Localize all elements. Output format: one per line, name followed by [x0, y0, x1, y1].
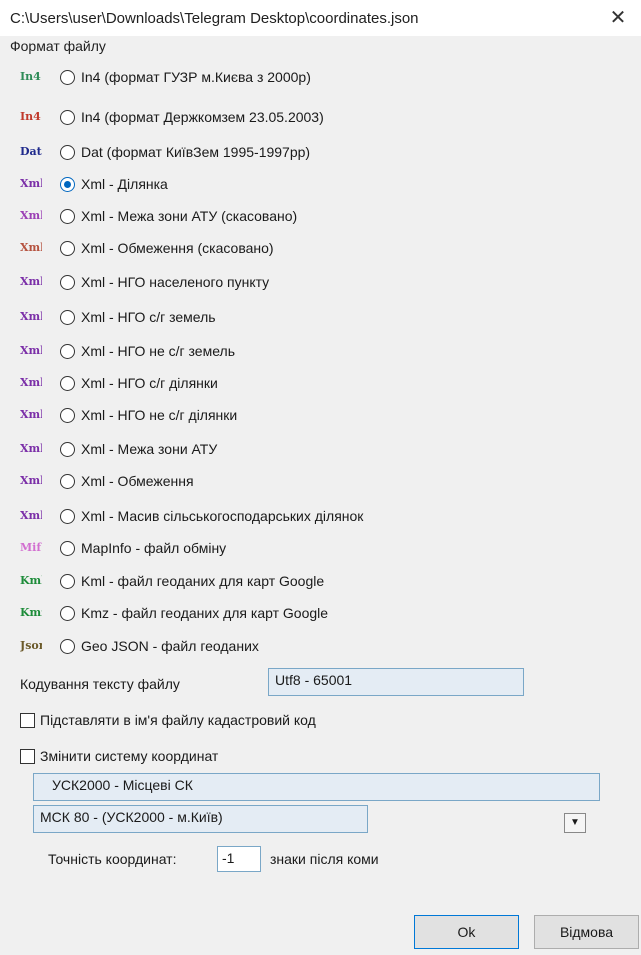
format-option-label: Xml - НГО с/г ділянки — [81, 375, 218, 391]
format-option-label: MapInfo - файл обміну — [81, 540, 227, 556]
format-option-xml-ngo-ag-land[interactable]: Xml Xml - НГО с/г земель — [20, 305, 216, 329]
format-option-label: Kml - файл геоданих для карт Google — [81, 573, 325, 589]
format-radio[interactable] — [60, 508, 75, 524]
format-option-label: Geo JSON - файл геоданих — [81, 638, 259, 654]
format-option-label: Xml - Обмеження — [81, 473, 194, 489]
format-radio[interactable] — [60, 144, 75, 160]
title-bar: C:\Users\user\Downloads\Telegram Desktop… — [0, 0, 641, 36]
format-radio[interactable] — [60, 638, 75, 654]
format-option-xml-ngo-non-ag-land[interactable]: Xml Xml - НГО не с/г земель — [20, 339, 235, 363]
format-radio[interactable] — [60, 375, 75, 391]
format-option-xml-ag-massif[interactable]: Xml Xml - Масив сільськогосподарських ді… — [20, 504, 363, 528]
xml-icon: Xml — [20, 474, 42, 487]
format-radio[interactable] — [60, 274, 75, 290]
format-radio[interactable] — [60, 208, 75, 224]
format-option-xml-ngo-settlement[interactable]: Xml Xml - НГО населеного пункту — [20, 270, 269, 294]
cadastral-code-option[interactable]: Підставляти в ім'я файлу кадастровий код — [20, 712, 316, 728]
coord-system-dropdown-button[interactable]: ▼ — [564, 813, 586, 833]
format-option-xml-ngo-non-ag-parcel[interactable]: Xml Xml - НГО не с/г ділянки — [20, 403, 237, 427]
format-option-label: Xml - НГО не с/г земель — [81, 343, 235, 359]
kml-icon: Kml — [20, 574, 42, 587]
format-option-in4-gyzr[interactable]: In4 In4 (формат ГУЗР м.Києва з 2000р) — [20, 65, 311, 89]
format-radio[interactable] — [60, 343, 75, 359]
format-option-geojson[interactable]: Json Geo JSON - файл геоданих — [20, 634, 259, 658]
format-radio[interactable] — [60, 473, 75, 489]
format-option-xml-parcel[interactable]: Xml Xml - Ділянка — [20, 172, 168, 196]
encoding-field[interactable]: Utf8 - 65001 — [268, 668, 524, 696]
xml-icon: Xml — [20, 344, 42, 357]
xml-cancelled-icon: Xml — [20, 209, 42, 222]
format-option-xml-ngo-ag-parcel[interactable]: Xml Xml - НГО с/г ділянки — [20, 371, 218, 395]
format-option-label: In4 (формат Держкомзем 23.05.2003) — [81, 109, 324, 125]
format-option-label: Kmz - файл геоданих для карт Google — [81, 605, 329, 621]
format-radio[interactable] — [60, 109, 75, 125]
format-group-label: Формат файлу — [10, 38, 106, 54]
format-radio-selected[interactable] — [60, 176, 75, 192]
json-icon: Json — [20, 639, 42, 652]
format-radio[interactable] — [60, 407, 75, 423]
format-option-xml-restriction-cancelled[interactable]: Xml Xml - Обмеження (скасовано) — [20, 236, 274, 260]
xml-icon: Xml — [20, 442, 42, 455]
in4-gyzr-icon: In4 — [20, 70, 41, 83]
cadastral-code-checkbox[interactable] — [20, 712, 35, 728]
format-option-kmz[interactable]: Kmz Kmz - файл геоданих для карт Google — [20, 601, 328, 625]
xml-icon: Xml — [20, 275, 42, 288]
format-radio[interactable] — [60, 441, 75, 457]
kmz-icon: Kmz — [20, 606, 42, 619]
format-radio[interactable] — [60, 309, 75, 325]
xml-icon: Xml — [20, 177, 42, 190]
format-option-xml-atu-boundary[interactable]: Xml Xml - Межа зони АТУ — [20, 437, 217, 461]
change-coord-system-checkbox[interactable] — [20, 748, 35, 764]
xml-cancelled-icon: Xml — [20, 241, 42, 254]
format-radio[interactable] — [60, 240, 75, 256]
format-option-dat[interactable]: Dat Dat (формат КиївЗем 1995-1997рр) — [20, 140, 310, 164]
change-coord-system-label: Змінити систему координат — [40, 748, 219, 764]
format-radio[interactable] — [60, 573, 75, 589]
xml-icon: Xml — [20, 408, 42, 421]
format-option-xml-atu-cancelled[interactable]: Xml Xml - Межа зони АТУ (скасовано) — [20, 204, 297, 228]
precision-label: Точність координат: — [48, 851, 177, 867]
format-option-mapinfo[interactable]: Mif MapInfo - файл обміну — [20, 536, 226, 560]
close-icon: ✕ — [609, 7, 627, 29]
in4-derzhkomzem-icon: In4 — [20, 110, 41, 123]
chevron-down-icon: ▼ — [570, 817, 580, 828]
format-radio[interactable] — [60, 69, 75, 85]
xml-icon: Xml — [20, 376, 42, 389]
cadastral-code-label: Підставляти в ім'я файлу кадастровий код — [40, 712, 316, 728]
format-radio[interactable] — [60, 605, 75, 621]
format-option-label: Xml - Обмеження (скасовано) — [81, 240, 274, 256]
format-option-label: Xml - Масив сільськогосподарських діляно… — [81, 508, 364, 524]
format-option-label: Xml - Межа зони АТУ (скасовано) — [81, 208, 298, 224]
change-coord-system-option[interactable]: Змінити систему координат — [20, 748, 218, 764]
window-title: C:\Users\user\Downloads\Telegram Desktop… — [10, 10, 419, 27]
format-option-label: In4 (формат ГУЗР м.Києва з 2000р) — [81, 69, 311, 85]
ok-button[interactable]: Ok — [414, 915, 519, 949]
format-option-label: Xml - НГО с/г земель — [81, 309, 216, 325]
mapinfo-icon: Mif — [20, 541, 42, 554]
format-option-xml-restriction[interactable]: Xml Xml - Обмеження — [20, 469, 194, 493]
format-option-label: Dat (формат КиївЗем 1995-1997рр) — [81, 144, 311, 160]
format-option-label: Xml - Межа зони АТУ — [81, 441, 218, 457]
format-radio[interactable] — [60, 540, 75, 556]
format-option-in4-derzhkomzem[interactable]: In4 In4 (формат Держкомзем 23.05.2003) — [20, 105, 324, 129]
format-option-label: Xml - НГО не с/г ділянки — [81, 407, 238, 423]
encoding-label: Кодування тексту файлу — [20, 676, 180, 692]
cancel-button[interactable]: Відмова — [534, 915, 639, 949]
format-option-label: Xml - Ділянка — [81, 176, 168, 192]
source-coord-system-field[interactable]: УСК2000 - Місцеві СК — [33, 773, 600, 801]
format-option-kml[interactable]: Kml Kml - файл геоданих для карт Google — [20, 569, 324, 593]
precision-suffix: знаки після коми — [270, 851, 379, 867]
target-coord-system-field[interactable]: МСК 80 - (УСК2000 - м.Київ) — [33, 805, 368, 833]
xml-icon: Xml — [20, 310, 42, 323]
xml-icon: Xml — [20, 509, 42, 522]
dat-icon: Dat — [20, 145, 42, 158]
format-option-label: Xml - НГО населеного пункту — [81, 274, 270, 290]
precision-input[interactable]: -1 — [217, 846, 261, 872]
close-button[interactable]: ✕ — [595, 0, 641, 36]
